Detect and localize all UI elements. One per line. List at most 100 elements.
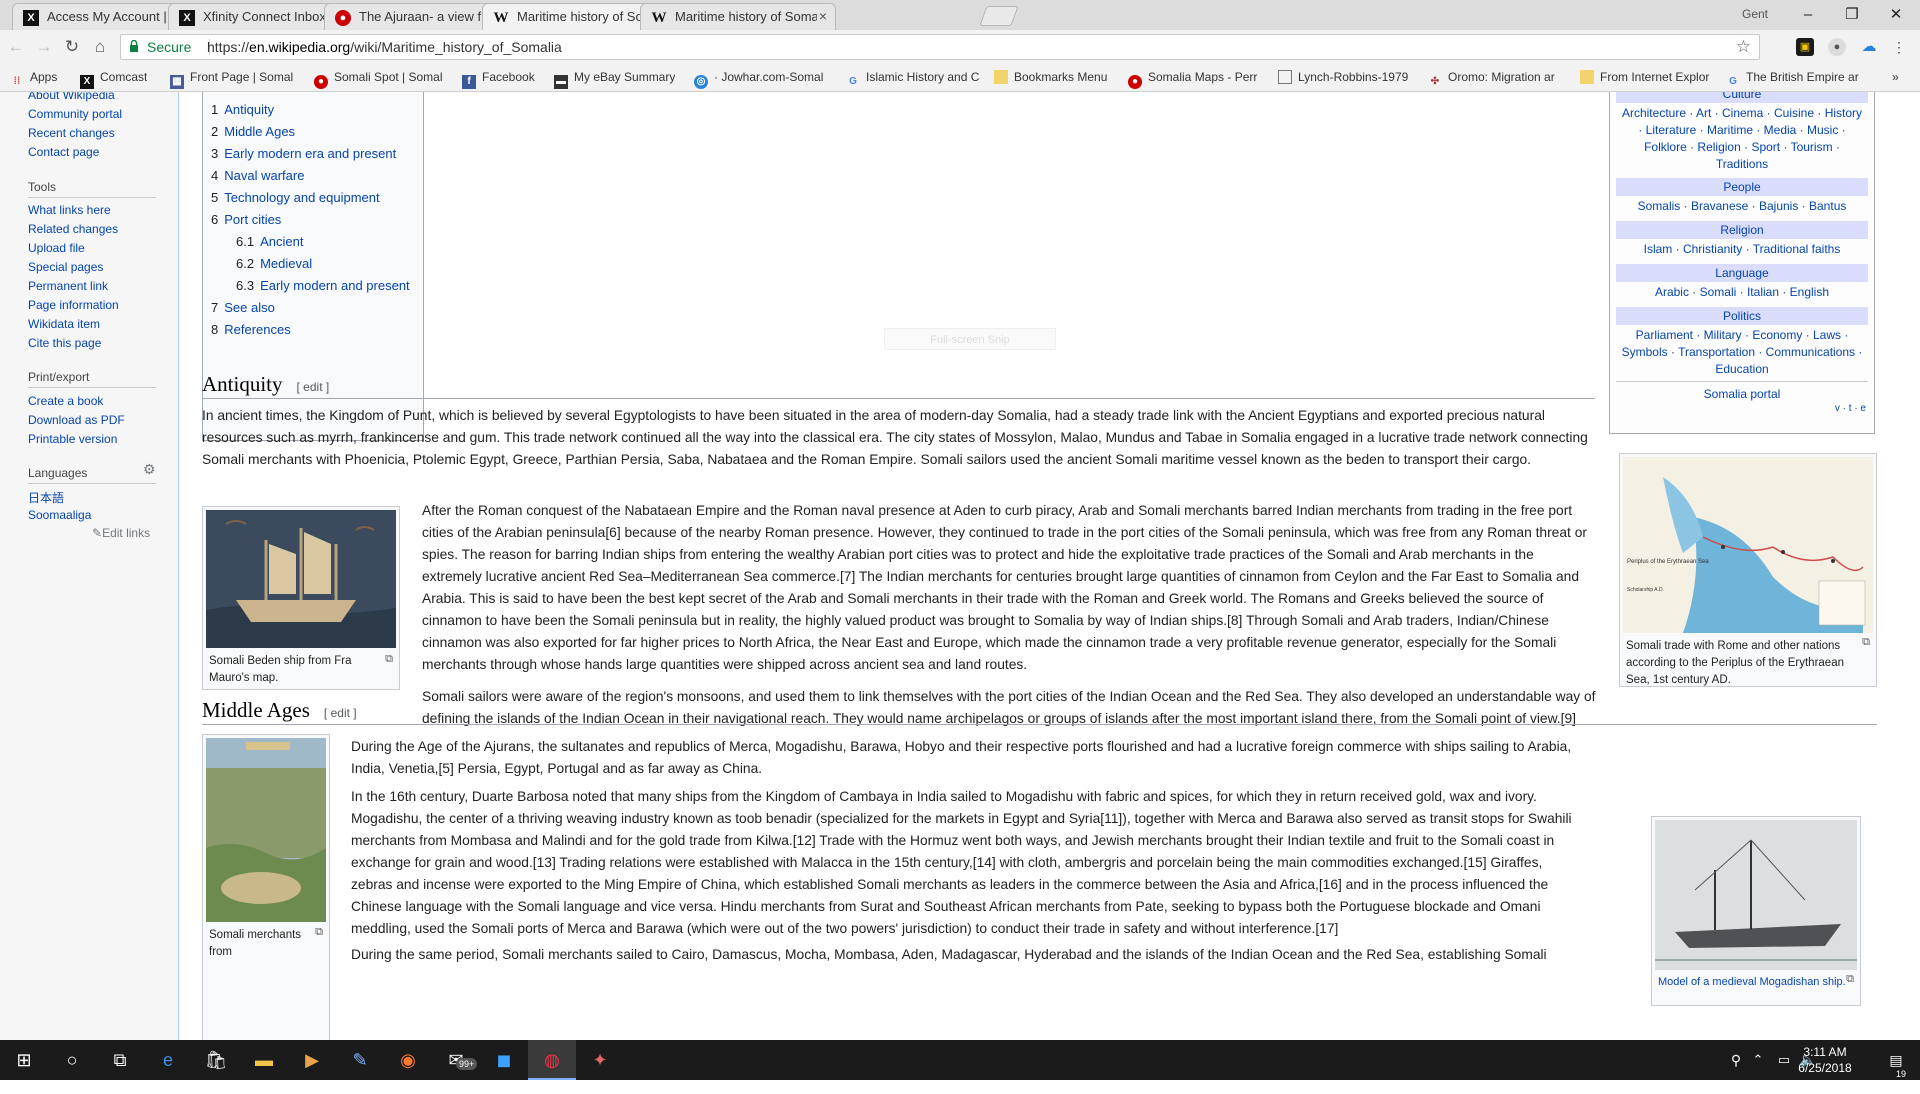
- bookmark-somalia-maps[interactable]: ● Somalia Maps - Perr: [1128, 70, 1264, 89]
- windows-start-icon[interactable]: ⊞: [0, 1040, 48, 1080]
- bookmark-ebay[interactable]: ▬ My eBay Summary: [554, 70, 675, 89]
- tab-maritime-history[interactable]: W Maritime history of Soma ×: [640, 3, 836, 30]
- sidebar-upload-file[interactable]: Upload file: [28, 241, 85, 255]
- bookmark-british-empire[interactable]: G The British Empire ar: [1726, 70, 1876, 89]
- chrome-icon[interactable]: ◍: [528, 1040, 576, 1080]
- sidebar-cite-this-page[interactable]: Cite this page: [28, 336, 101, 350]
- bookmark-apps[interactable]: ⁞⁞ Apps: [10, 70, 58, 89]
- address-bar[interactable]: Secure https://en.wikipedia.org/wiki/Mar…: [120, 34, 1760, 60]
- bookmark-front-page[interactable]: ▦ Front Page | Somal: [170, 70, 310, 89]
- sidebar-special-pages[interactable]: Special pages: [28, 260, 103, 274]
- toc-item[interactable]: 6 Port cities: [211, 212, 281, 227]
- navbox-people-title[interactable]: People: [1616, 178, 1868, 196]
- navbox-religion-title[interactable]: Religion: [1616, 221, 1868, 239]
- close-icon[interactable]: ×: [819, 8, 827, 24]
- edge-icon[interactable]: e: [144, 1040, 192, 1080]
- enlarge-icon[interactable]: ⧉: [1862, 636, 1870, 649]
- somalia-portal-link[interactable]: Somalia portal: [1616, 386, 1868, 403]
- toc-item[interactable]: 5 Technology and equipment: [211, 190, 380, 205]
- navbox-language-links[interactable]: Arabic · Somali · Italian · English: [1616, 284, 1868, 301]
- paint-icon[interactable]: ✦: [576, 1040, 624, 1080]
- enlarge-icon[interactable]: ⧉: [315, 926, 323, 939]
- reload-icon[interactable]: ↻: [60, 36, 84, 58]
- sidebar-community-portal[interactable]: Community portal: [28, 107, 122, 121]
- cloud-icon[interactable]: ☁: [1860, 38, 1878, 56]
- new-tab-button[interactable]: [979, 6, 1019, 26]
- store-icon[interactable]: 🛍: [192, 1040, 240, 1080]
- messenger-icon[interactable]: ◼: [480, 1040, 528, 1080]
- edit-links[interactable]: ✎Edit links: [92, 526, 150, 540]
- navbox-politics-links[interactable]: Education: [1616, 361, 1868, 378]
- sidebar-download-pdf[interactable]: Download as PDF: [28, 413, 125, 427]
- bookmark-lynch-robbins[interactable]: Lynch-Robbins-1979: [1278, 70, 1416, 84]
- sidebar-page-information[interactable]: Page information: [28, 298, 119, 312]
- navbox-politics-links[interactable]: Parliament · Military · Economy · Laws ·: [1616, 327, 1868, 344]
- navbox-vte-links[interactable]: v · t · e: [1835, 403, 1866, 414]
- edit-section-link[interactable]: [ edit ]: [297, 380, 330, 394]
- toc-item[interactable]: 8 References: [211, 322, 291, 337]
- sidebar-language-japanese[interactable]: 日本語: [28, 489, 64, 506]
- sidebar-what-links-here[interactable]: What links here: [28, 203, 111, 217]
- sidebar-recent-changes[interactable]: Recent changes: [28, 126, 115, 140]
- beden-ship-image[interactable]: [206, 510, 396, 648]
- sidebar-wikidata-item[interactable]: Wikidata item: [28, 317, 100, 331]
- bookmark-internet-explorer[interactable]: From Internet Explor: [1580, 70, 1716, 84]
- sidebar-permanent-link[interactable]: Permanent link: [28, 279, 108, 293]
- home-icon[interactable]: ⌂: [88, 36, 112, 58]
- navbox-language-title[interactable]: Language: [1616, 264, 1868, 282]
- search-icon[interactable]: ○: [48, 1040, 96, 1080]
- close-window-icon[interactable]: ✕: [1874, 3, 1918, 27]
- bookmark-comcast[interactable]: X Comcast: [80, 70, 147, 89]
- mail-icon[interactable]: ✉99+: [432, 1040, 480, 1080]
- forward-icon[interactable]: →: [32, 36, 56, 58]
- toc-item[interactable]: 4 Naval warfare: [211, 168, 304, 183]
- navbox-culture-links[interactable]: Architecture · Art · Cinema · Cuisine · …: [1616, 105, 1868, 122]
- notifications-icon[interactable]: ▤ 19: [1872, 1040, 1920, 1080]
- navbox-people-links[interactable]: Somalis · Bravanese · Bajunis · Bantus: [1616, 198, 1868, 215]
- menu-icon[interactable]: ⋮: [1890, 38, 1908, 56]
- sidebar-contact-page[interactable]: Contact page: [28, 145, 99, 159]
- mogadishan-ship-image[interactable]: [1655, 820, 1857, 970]
- navbox-culture-links[interactable]: Traditions: [1616, 156, 1868, 173]
- enlarge-icon[interactable]: ⧉: [1846, 973, 1854, 986]
- toc-item[interactable]: 6.3 Early modern and present: [236, 278, 410, 293]
- back-icon[interactable]: ←: [4, 36, 28, 58]
- restore-icon[interactable]: ❐: [1830, 3, 1874, 27]
- bookmark-star-icon[interactable]: ☆: [1736, 37, 1751, 57]
- gear-icon[interactable]: ⚙: [143, 461, 156, 478]
- bookmark-jowhar[interactable]: ◎ · Jowhar.com-Somal: [694, 70, 834, 89]
- app-icon[interactable]: ✎: [336, 1040, 384, 1080]
- somali-merchants-image[interactable]: [206, 738, 326, 922]
- edit-section-link[interactable]: [ edit ]: [324, 706, 357, 720]
- sidebar-create-book[interactable]: Create a book: [28, 394, 103, 408]
- bookmark-oromo[interactable]: ✣ Oromo: Migration ar: [1428, 70, 1566, 89]
- bookmark-facebook[interactable]: f Facebook: [462, 70, 535, 89]
- navbox-politics-title[interactable]: Politics: [1616, 307, 1868, 325]
- toc-item[interactable]: 3 Early modern era and present: [211, 146, 396, 161]
- profile-icon[interactable]: ●: [1828, 38, 1846, 56]
- enlarge-icon[interactable]: ⧉: [385, 653, 393, 666]
- navbox-culture-title[interactable]: Culture: [1616, 92, 1868, 103]
- minimize-icon[interactable]: –: [1786, 3, 1830, 27]
- show-hidden-icons-chevron[interactable]: ⌃: [1746, 1040, 1770, 1080]
- toc-item[interactable]: 1 Antiquity: [211, 102, 274, 117]
- sidebar-related-changes[interactable]: Related changes: [28, 222, 118, 236]
- more-bookmarks-chevron[interactable]: »: [1892, 70, 1899, 84]
- profile-name[interactable]: Gent: [1742, 7, 1768, 21]
- sidebar-printable-version[interactable]: Printable version: [28, 432, 117, 446]
- periplus-map-image[interactable]: Periplus of the Erythraean Sea Scholarsh…: [1623, 457, 1873, 633]
- toc-item[interactable]: 7 See also: [211, 300, 275, 315]
- toc-item[interactable]: 6.1 Ancient: [236, 234, 303, 249]
- media-player-icon[interactable]: ▶: [288, 1040, 336, 1080]
- system-clock[interactable]: 3:11 AM 6/25/2018: [1780, 1044, 1870, 1076]
- bookmarks-menu-folder[interactable]: Bookmarks Menu: [994, 70, 1107, 84]
- sidebar-language-somali[interactable]: Soomaaliga: [28, 508, 91, 522]
- toc-item[interactable]: 2 Middle Ages: [211, 124, 295, 139]
- navbox-culture-links[interactable]: Folklore · Religion · Sport · Tourism ·: [1616, 139, 1868, 156]
- bookmark-somali-spot[interactable]: ● Somali Spot | Somal: [314, 70, 452, 89]
- navbox-culture-links[interactable]: · Literature · Maritime · Media · Music …: [1616, 122, 1868, 139]
- url-text[interactable]: https://en.wikipedia.org/wiki/Maritime_h…: [207, 39, 562, 55]
- bookmark-islamic-history[interactable]: G Islamic History and C: [846, 70, 982, 89]
- toc-item[interactable]: 6.2 Medieval: [236, 256, 312, 271]
- firefox-icon[interactable]: ◉: [384, 1040, 432, 1080]
